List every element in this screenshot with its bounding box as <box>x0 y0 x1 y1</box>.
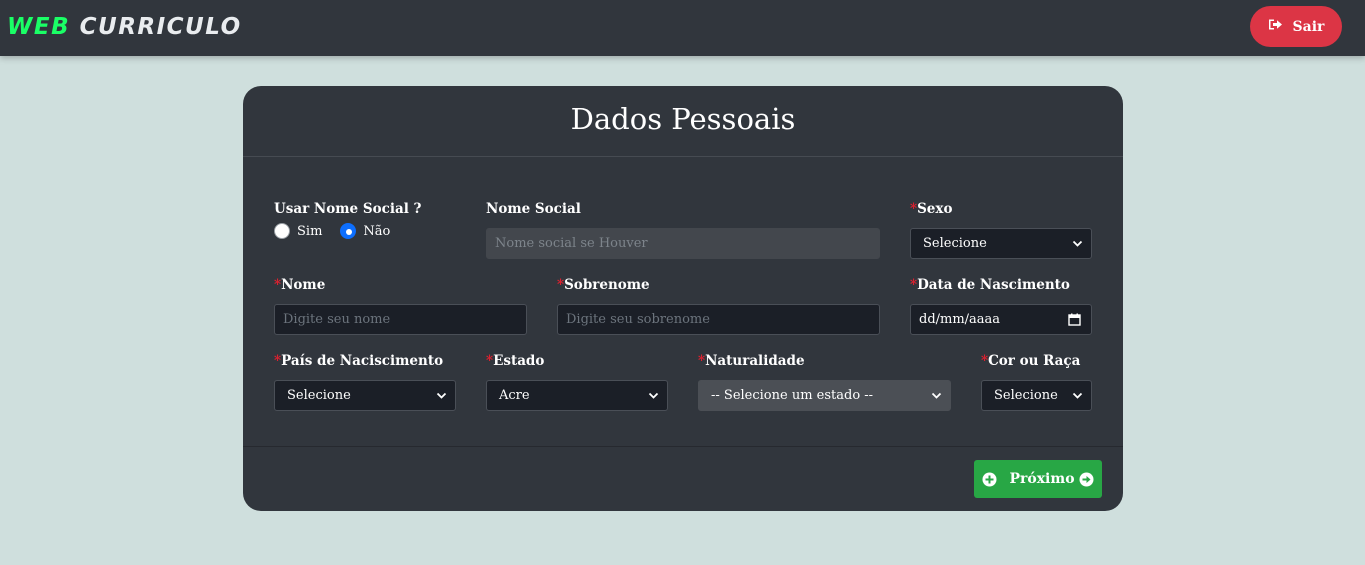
estado-label: *Estado <box>486 353 544 369</box>
social-name-label: Nome Social <box>486 201 581 217</box>
sexo-label-text: Sexo <box>917 201 953 217</box>
personal-data-card: Dados Pessoais Usar Nome Social ? Sim Nã… <box>243 86 1123 511</box>
logo-web-text: WEB <box>7 14 71 40</box>
estado-select-value: Acre <box>499 388 530 403</box>
chevron-down-icon <box>1072 392 1083 399</box>
radio-nao[interactable] <box>340 223 357 239</box>
cor-raca-select[interactable]: Selecione <box>981 380 1092 411</box>
chevron-down-icon <box>1072 240 1083 247</box>
required-mark: * <box>274 353 282 369</box>
top-navbar: WEB CURRICULO Sair <box>0 0 1365 56</box>
sobrenome-input[interactable]: Digite seu sobrenome <box>557 304 880 335</box>
radio-sim[interactable] <box>274 223 290 239</box>
pais-select[interactable]: Selecione <box>274 380 456 411</box>
required-mark: * <box>557 277 565 293</box>
sexo-label: *Sexo <box>910 201 952 217</box>
estado-label-text: Estado <box>493 353 545 369</box>
use-social-name-label: Usar Nome Social ? <box>274 201 422 217</box>
pais-select-value: Selecione <box>287 388 351 403</box>
logo: WEB CURRICULO <box>7 12 242 42</box>
sexo-select-value: Selecione <box>923 236 987 251</box>
social-name-input[interactable]: Nome social se Houver <box>486 228 880 259</box>
radio-nao-label[interactable]: Não <box>363 224 390 239</box>
nome-label: *Nome <box>274 277 325 293</box>
next-button[interactable]: Próximo <box>974 460 1102 498</box>
pais-label-text: País de Naciscimento <box>281 353 444 369</box>
required-mark: * <box>274 277 282 293</box>
required-mark: * <box>981 353 989 369</box>
arrow-circle-right-icon <box>1079 472 1094 486</box>
logo-curriculo-text: CURRICULO <box>79 14 242 40</box>
required-mark: * <box>910 277 918 293</box>
next-label: Próximo <box>1009 471 1075 487</box>
naturalidade-label-text: Naturalidade <box>705 353 805 369</box>
calendar-icon[interactable] <box>1068 313 1081 326</box>
pais-label: *País de Naciscimento <box>274 353 443 369</box>
birth-date-input[interactable]: dd/mm/aaaa <box>910 304 1092 335</box>
estado-select[interactable]: Acre <box>486 380 668 411</box>
sexo-select[interactable]: Selecione <box>910 228 1092 259</box>
required-mark: * <box>698 353 706 369</box>
radio-sim-label[interactable]: Sim <box>297 224 322 239</box>
naturalidade-select-value: -- Selecione um estado -- <box>711 388 874 403</box>
naturalidade-label: *Naturalidade <box>698 353 805 369</box>
card-footer-divider <box>243 446 1123 447</box>
required-mark: * <box>910 201 918 217</box>
cor-raca-label-text: Cor ou Raça <box>988 353 1081 369</box>
sign-out-icon <box>1268 18 1283 35</box>
nome-label-text: Nome <box>281 277 326 293</box>
sobrenome-label: *Sobrenome <box>557 277 650 293</box>
cor-raca-select-value: Selecione <box>994 388 1058 403</box>
required-mark: * <box>486 353 494 369</box>
page-title: Dados Pessoais <box>243 86 1123 157</box>
logout-button[interactable]: Sair <box>1250 6 1342 47</box>
use-social-name-radio-group: Sim Não <box>274 223 408 239</box>
cor-raca-label: *Cor ou Raça <box>981 353 1080 369</box>
chevron-down-icon <box>648 392 659 399</box>
sobrenome-label-text: Sobrenome <box>564 277 650 293</box>
data-nascimento-label: *Data de Nascimento <box>910 277 1070 293</box>
naturalidade-select[interactable]: -- Selecione um estado -- <box>698 380 951 411</box>
chevron-down-icon <box>931 392 942 399</box>
nome-input[interactable]: Digite seu nome <box>274 304 527 335</box>
data-nascimento-label-text: Data de Nascimento <box>917 277 1070 293</box>
birth-date-value: dd/mm/aaaa <box>919 312 1001 327</box>
chevron-down-icon <box>436 392 447 399</box>
logout-label: Sair <box>1292 18 1325 35</box>
plus-circle-icon <box>982 472 997 486</box>
